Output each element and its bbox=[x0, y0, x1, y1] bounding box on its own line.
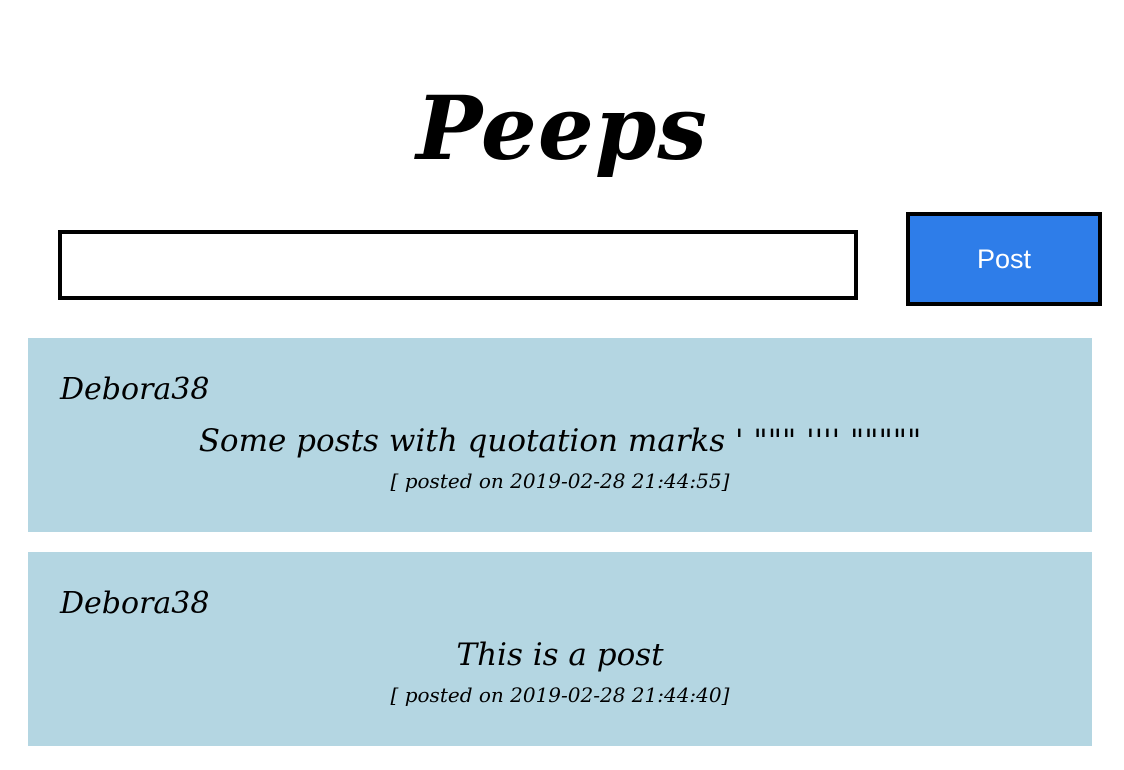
peep-author: Debora38 bbox=[60, 586, 210, 621]
post-button[interactable]: Post bbox=[906, 212, 1102, 306]
peep-text-input[interactable] bbox=[58, 230, 858, 300]
peep-timestamp: [ posted on 2019-02-28 21:44:40] bbox=[390, 683, 730, 707]
peep-item: Debora38 Some posts with quotation marks… bbox=[28, 338, 1092, 532]
peep-message: Some posts with quotation marks ' """ ''… bbox=[198, 423, 922, 459]
peep-author: Debora38 bbox=[60, 372, 210, 407]
page-title: Peeps bbox=[416, 75, 708, 180]
peep-message: This is a post bbox=[456, 637, 664, 673]
peep-timestamp: [ posted on 2019-02-28 21:44:55] bbox=[390, 469, 730, 493]
peep-list: Debora38 Some posts with quotation marks… bbox=[28, 338, 1092, 766]
peep-item: Debora38 This is a post [ posted on 2019… bbox=[28, 552, 1092, 746]
